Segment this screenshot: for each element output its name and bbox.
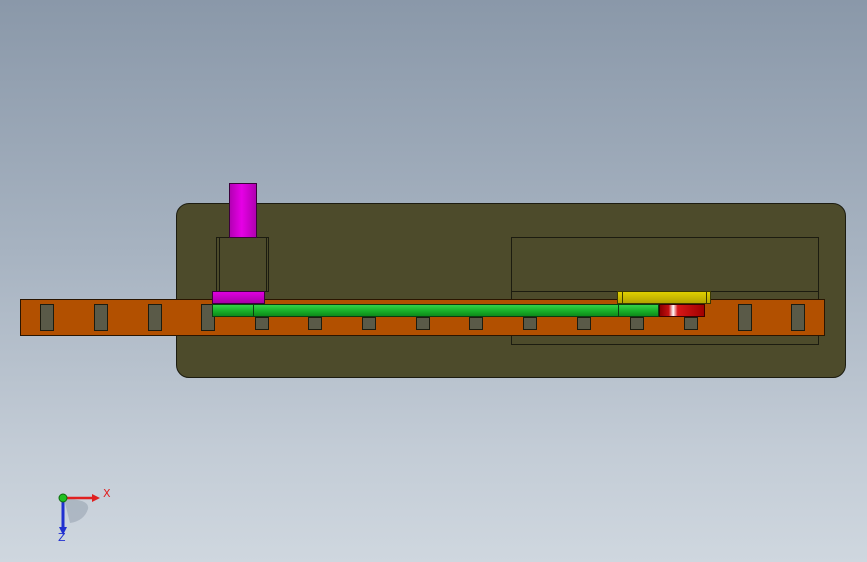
rail-slot bbox=[148, 304, 162, 331]
rail-slot bbox=[469, 317, 483, 330]
rail-slot bbox=[523, 317, 537, 330]
red-stop-part[interactable] bbox=[659, 304, 705, 317]
rail-slot bbox=[577, 317, 591, 330]
magenta-post[interactable] bbox=[229, 183, 257, 238]
right-frame-upper[interactable] bbox=[511, 237, 819, 292]
yellow-slider[interactable] bbox=[617, 291, 711, 304]
green-bar-left-segment bbox=[212, 304, 254, 317]
yellow-slider-edge bbox=[706, 291, 707, 304]
triad-shadow bbox=[64, 499, 89, 523]
rail-slot bbox=[738, 304, 752, 331]
green-bar-right-segment bbox=[618, 304, 659, 317]
rail-slot bbox=[684, 317, 698, 330]
view-orientation-triad[interactable]: X Z bbox=[50, 485, 120, 545]
rail-slot bbox=[255, 317, 269, 330]
x-axis-arrowhead bbox=[92, 494, 100, 502]
yellow-slider-edge bbox=[622, 291, 623, 304]
rail-slot bbox=[308, 317, 322, 330]
z-axis-label: Z bbox=[58, 531, 66, 544]
rail-slot bbox=[362, 317, 376, 330]
y-axis-dot bbox=[58, 493, 68, 503]
magenta-post-foot[interactable] bbox=[212, 291, 265, 304]
left-bracket-inner-edge bbox=[219, 238, 267, 291]
rail-slot bbox=[416, 317, 430, 330]
rail-slot bbox=[791, 304, 805, 331]
rail-slot bbox=[94, 304, 108, 331]
green-bar[interactable] bbox=[212, 304, 659, 317]
rail-slot bbox=[40, 304, 54, 331]
rail-slot bbox=[630, 317, 644, 330]
x-axis-label: X bbox=[103, 487, 111, 500]
